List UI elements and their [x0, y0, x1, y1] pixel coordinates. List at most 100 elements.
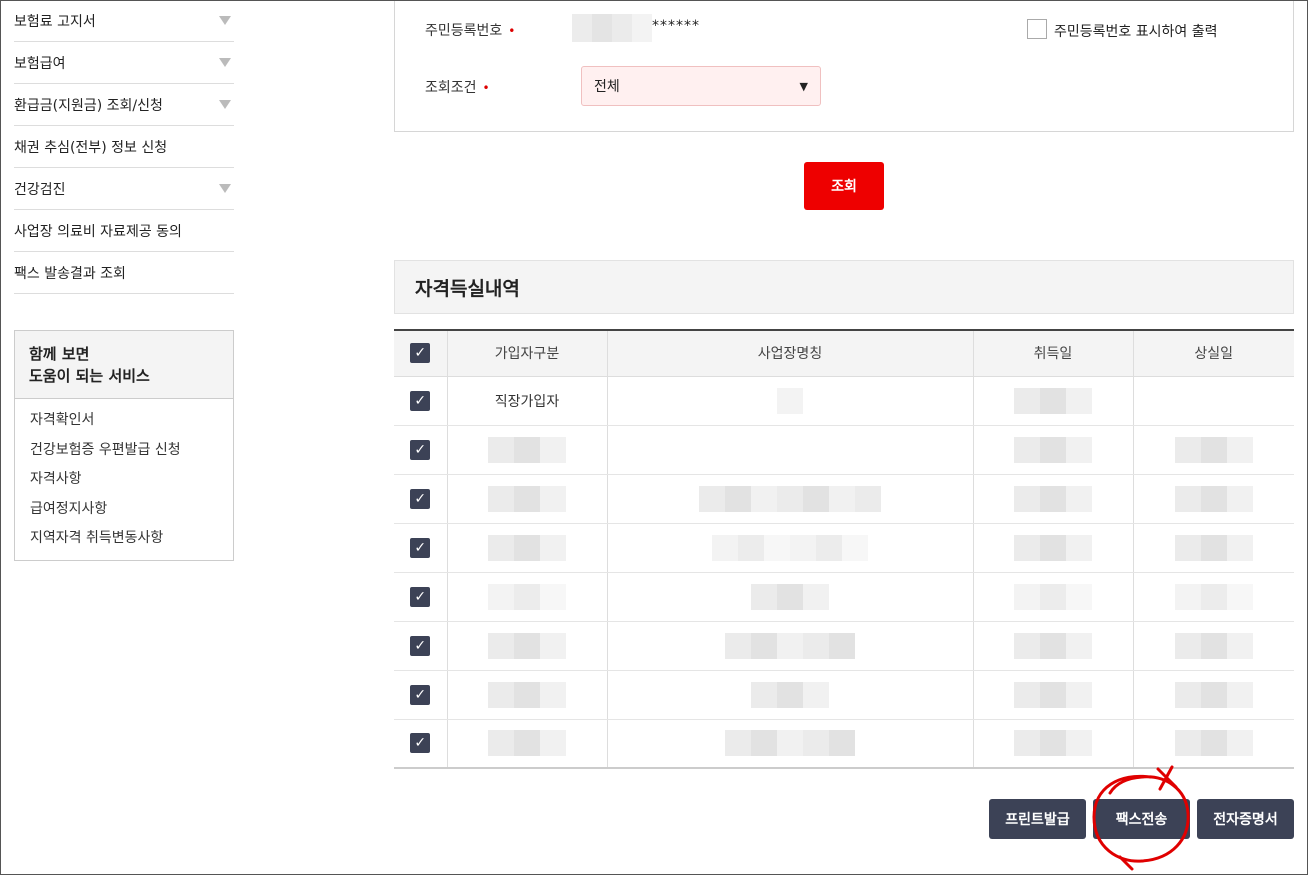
member-type-cell	[446, 523, 607, 573]
row-checkbox[interactable]: ✓	[410, 586, 431, 607]
row-checkbox[interactable]: ✓	[410, 390, 431, 411]
acquired-date-cell	[972, 670, 1133, 720]
sidebar-item-refund[interactable]: 환급금(지원금) 조회/신청	[14, 84, 234, 126]
acquired-date-cell	[972, 425, 1133, 475]
select-all-checkbox[interactable]: ✓	[410, 343, 431, 364]
row-checkbox[interactable]: ✓	[410, 733, 431, 754]
condition-select[interactable]: 전체 ▼	[581, 66, 821, 106]
workplace-cell	[606, 670, 973, 720]
workplace-cell	[606, 376, 973, 426]
redacted-text	[1014, 485, 1092, 512]
member-type-cell	[446, 719, 607, 768]
chevron-down-icon	[219, 184, 231, 193]
lost-date-cell	[1132, 719, 1294, 768]
redacted-text	[488, 730, 566, 757]
electronic-certificate-button[interactable]: 전자증명서	[1197, 799, 1294, 839]
member-type-cell	[446, 474, 607, 524]
related-link-regional-changes[interactable]: 지역자격 취득변동사항	[30, 524, 218, 554]
redacted-text	[488, 681, 566, 708]
resident-number-masked-text: ******	[652, 18, 700, 34]
show-resident-number-checkbox[interactable]	[1027, 19, 1047, 39]
workplace-cell	[606, 523, 973, 573]
table-row: ✓	[394, 474, 1294, 524]
related-link-qualification-certificate[interactable]: 자격확인서	[30, 406, 218, 436]
redacted-text	[1014, 681, 1092, 708]
redacted-text	[1014, 534, 1092, 561]
print-issue-button[interactable]: 프린트발급	[989, 799, 1086, 839]
sidebar-item-premium-notice[interactable]: 보험료 고지서	[14, 0, 234, 42]
workplace-cell	[606, 621, 973, 671]
row-checkbox[interactable]: ✓	[410, 635, 431, 656]
required-mark: •	[508, 24, 516, 38]
related-link-card-mail[interactable]: 건강보험증 우편발급 신청	[30, 436, 218, 466]
select-all-cell: ✓	[394, 330, 447, 377]
table-row: ✓	[394, 523, 1294, 573]
member-type-cell: 직장가입자	[446, 376, 607, 426]
fax-send-button[interactable]: 팩스전송	[1093, 799, 1190, 839]
sidebar-item-fax-result[interactable]: 팩스 발송결과 조회	[14, 252, 234, 294]
workplace-cell	[606, 474, 973, 524]
redacted-text	[725, 730, 855, 757]
redacted-text	[1174, 681, 1253, 708]
lost-date-cell	[1132, 425, 1294, 475]
related-link-benefit-suspension[interactable]: 급여정지사항	[30, 495, 218, 525]
related-link-qualification[interactable]: 자격사항	[30, 465, 218, 495]
redacted-text	[488, 583, 566, 610]
row-checkbox[interactable]: ✓	[410, 439, 431, 460]
redacted-text	[777, 387, 803, 414]
lost-date-cell	[1132, 376, 1294, 426]
required-mark: •	[482, 81, 490, 95]
redacted-text	[488, 632, 566, 659]
redacted-text	[725, 632, 855, 659]
acquired-date-cell	[972, 474, 1133, 524]
search-form-box	[394, 0, 1294, 132]
sidebar-menu: 보험료 고지서 보험급여 환급금(지원금) 조회/신청 채권 추심(전부) 정보…	[14, 0, 234, 294]
redacted-text	[1174, 730, 1253, 757]
table-row: ✓ 직장가입자	[394, 376, 1294, 426]
chevron-down-icon: ▼	[799, 79, 808, 93]
redacted-text	[1014, 583, 1092, 610]
resident-number-label: 주민등록번호 •	[425, 23, 516, 39]
lost-date-cell	[1132, 572, 1294, 622]
column-header-lost-date: 상실일	[1132, 330, 1294, 377]
workplace-cell	[606, 425, 973, 475]
row-checkbox[interactable]: ✓	[410, 537, 431, 558]
condition-label: 조회조건 •	[425, 80, 490, 96]
workplace-cell	[606, 719, 973, 768]
lost-date-cell	[1132, 474, 1294, 524]
member-type-cell	[446, 621, 607, 671]
table-row: ✓	[394, 425, 1294, 475]
table-row: ✓	[394, 719, 1294, 768]
column-header-member-type: 가입자구분	[446, 330, 607, 377]
redacted-text	[1174, 485, 1253, 512]
row-checkbox[interactable]: ✓	[410, 488, 431, 509]
chevron-down-icon	[219, 100, 231, 109]
redacted-text	[712, 534, 868, 561]
redacted-text	[1014, 436, 1092, 463]
related-services-list: 자격확인서 건강보험증 우편발급 신청 자격사항 급여정지사항 지역자격 취득변…	[15, 399, 233, 560]
sidebar-item-debt-collection[interactable]: 채권 추심(전부) 정보 신청	[14, 126, 234, 168]
acquired-date-cell	[972, 376, 1133, 426]
redacted-text	[1014, 387, 1092, 414]
acquired-date-cell	[972, 621, 1133, 671]
search-button[interactable]: 조회	[804, 162, 884, 210]
redacted-text	[488, 436, 566, 463]
sidebar-item-medical-consent[interactable]: 사업장 의료비 자료제공 동의	[14, 210, 234, 252]
redacted-text	[1014, 632, 1092, 659]
redacted-text	[1014, 730, 1092, 757]
redacted-text	[1174, 534, 1253, 561]
redacted-text	[488, 485, 566, 512]
table-header-row: ✓ 가입자구분 사업장명칭 취득일 상실일	[394, 330, 1294, 377]
acquired-date-cell	[972, 572, 1133, 622]
row-checkbox[interactable]: ✓	[410, 684, 431, 705]
lost-date-cell	[1132, 523, 1294, 573]
table-row: ✓	[394, 572, 1294, 622]
member-type-cell	[446, 425, 607, 475]
sidebar-item-health-checkup[interactable]: 건강검진	[14, 168, 234, 210]
lost-date-cell	[1132, 621, 1294, 671]
related-services-title: 함께 보면 도움이 되는 서비스	[15, 331, 233, 399]
section-title: 자격득실내역	[394, 260, 1294, 314]
redacted-text	[1174, 583, 1253, 610]
redacted-text	[488, 534, 566, 561]
sidebar-item-benefits[interactable]: 보험급여	[14, 42, 234, 84]
